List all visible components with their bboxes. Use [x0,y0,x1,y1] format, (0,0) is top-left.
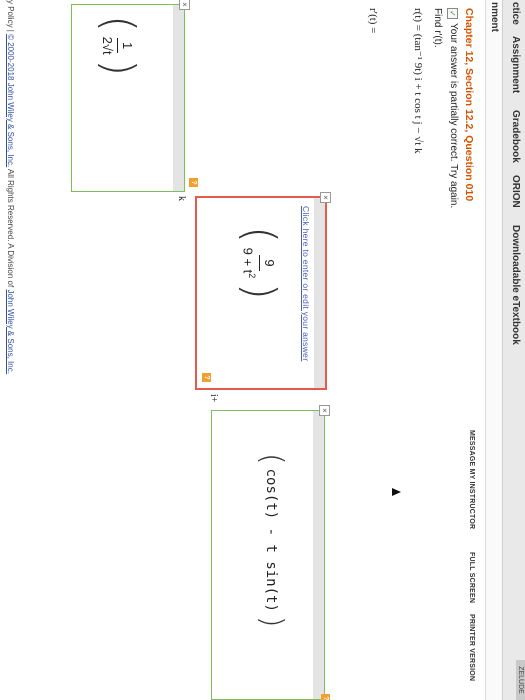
right-paren: ) [93,59,144,77]
subbar-title: nment [489,2,500,32]
printer-version-link[interactable]: PRINTER VERSION [468,614,475,681]
corner-tab: ZELUDE [516,660,525,700]
right-paren: ) [254,615,289,628]
question-title: Chapter 12, Section 12.2, Question 010 [463,8,475,202]
footer: y Policy | © 2000-2018 John Wiley & Sons… [6,0,15,374]
edit-answer-link[interactable]: Click here to enter or edit your answer [301,206,311,361]
left-paren: ( [254,453,289,465]
nav-orion[interactable]: ORION [510,175,521,208]
fullscreen-link[interactable]: FULL SCREEN [468,552,475,603]
vector-function: r(t) = (tan⁻¹ 9t) i + t cos t j − √t k [412,8,424,154]
j-expression-text: cos(t) - t sin(t) [263,468,279,612]
left-paren: ( [93,15,144,33]
i-denominator: 9 + t2 [241,248,259,279]
find-instruction: Find r′(t). [432,8,443,48]
answer-i-component[interactable]: × Click here to enter or edit your answe… [195,192,331,390]
i-exponent: 2 [247,273,258,279]
nav-assignment[interactable]: Assignment [510,36,521,93]
close-icon[interactable]: × [179,0,190,10]
close-icon[interactable]: × [320,192,331,203]
panel-header [314,198,325,388]
k-denominator: 2√t [100,36,116,55]
nav-etextbook[interactable]: Downloadable eTextbook [510,225,521,345]
i-suffix: i+ [208,394,219,403]
panel-header [173,5,184,191]
help-badge-icon[interactable]: ? [321,694,330,700]
answer-j-component[interactable]: × ( cos(t) - t sin(t) ) ? [211,405,330,700]
footer-copyright[interactable]: © 2000-2018 John Wiley & Sons, Inc. [6,34,15,167]
help-badge-icon[interactable]: ? [189,178,198,187]
rotated-page: ctice Assignment Gradebook ORION Downloa… [0,0,525,700]
answer-status: ✓ Your answer is partially correct. Try a… [447,8,459,208]
assignment-subbar: nment [485,0,502,700]
i-numerator: 9 [259,255,278,271]
j-expression: ( cos(t) - t sin(t) ) [254,453,289,628]
right-paren: ) [234,282,285,300]
k-numerator: 1 [117,38,136,54]
k-expression: ( 1 2√t ) [93,15,144,76]
footer-policy[interactable]: y Policy | [6,0,15,34]
left-paren: ( [234,226,285,244]
footer-company-link[interactable]: John Wiley & Sons, Inc. [6,289,15,373]
nav-practice[interactable]: ctice [510,2,521,25]
i-denominator-base: 9 + t [240,247,256,274]
partial-check-icon: ✓ [447,8,458,19]
i-expression: ( 9 9 + t2 ) [234,226,285,300]
mouse-cursor-icon [392,488,401,496]
answer-k-component[interactable]: × ( 1 2√t ) ? [71,0,198,192]
k-fraction: 1 2√t [101,37,136,55]
rprime-label: r′(t) = [367,8,379,34]
message-instructor-link[interactable]: MESSAGE MY INSTRUCTOR [468,430,475,529]
screenshot-frame: ctice Assignment Gradebook ORION Downloa… [0,0,525,700]
panel-header [313,411,324,699]
footer-rights: All Rights Reserved. A Division of [6,167,15,290]
close-icon[interactable]: × [319,405,330,416]
status-text: Your answer is partially correct. Try ag… [448,23,459,209]
i-fraction: 9 9 + t2 [241,248,278,279]
top-navigation: ctice Assignment Gradebook ORION Downloa… [502,0,525,700]
help-badge-icon[interactable]: ? [202,373,211,382]
nav-gradebook[interactable]: Gradebook [510,110,521,163]
k-suffix: k [176,196,187,201]
